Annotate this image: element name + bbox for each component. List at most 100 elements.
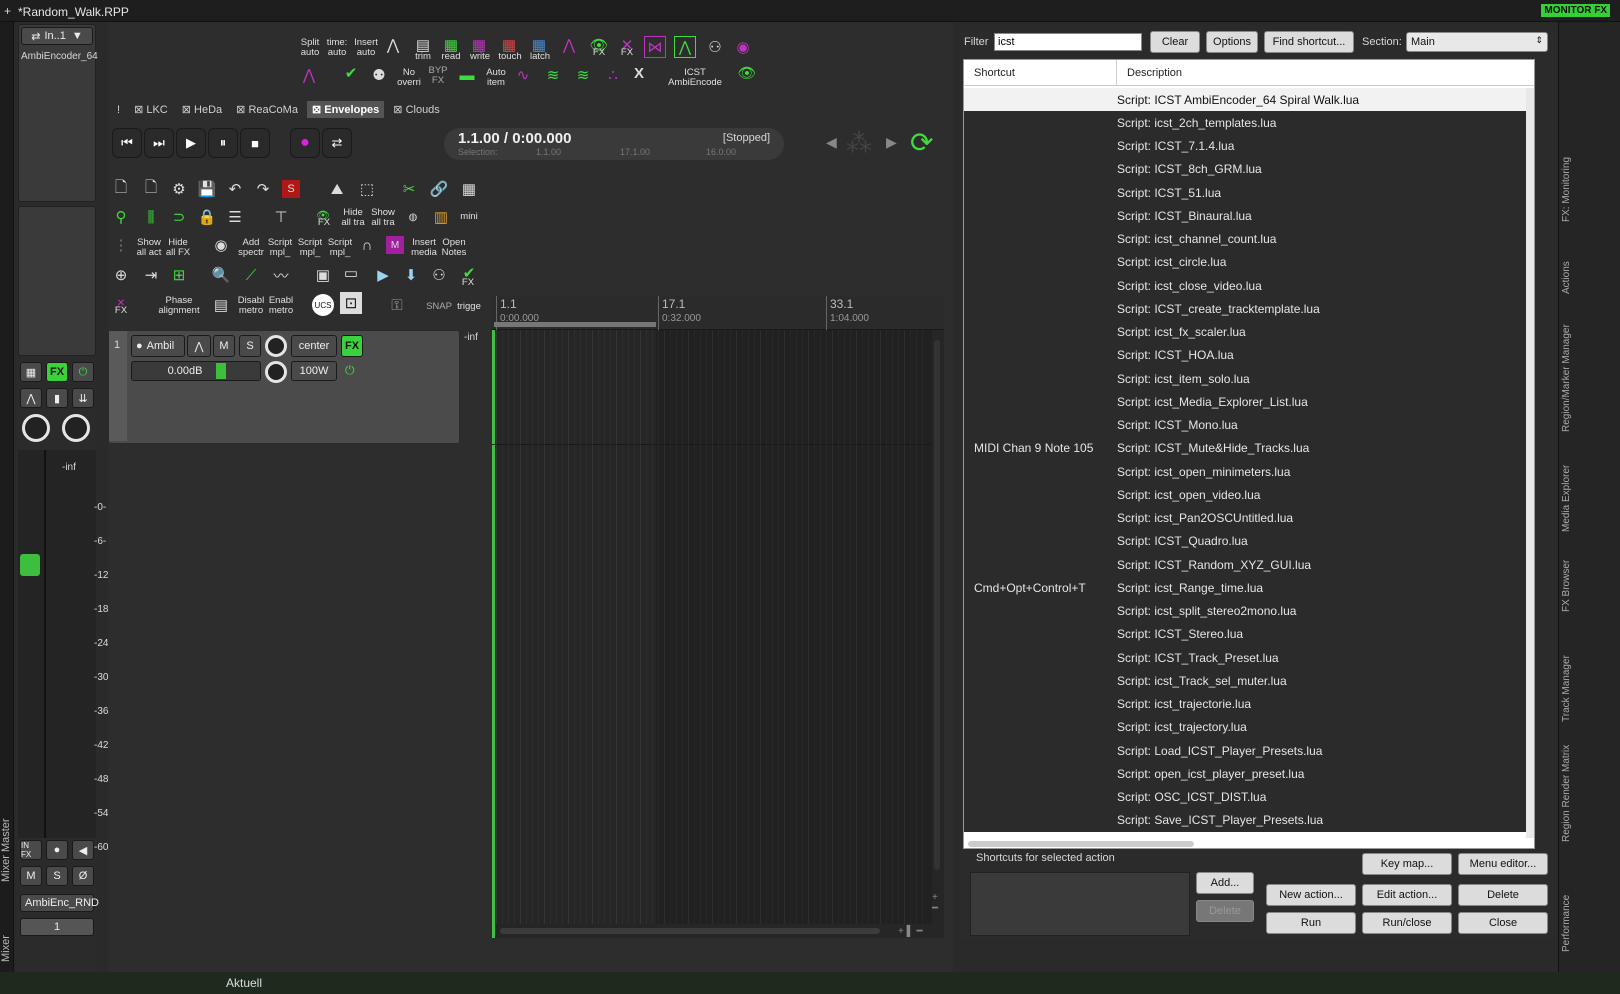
track-panel[interactable]: 1 ● Ambil ⋀ M S center FX 0.00dB 100W ⏻ bbox=[108, 330, 460, 444]
action-row[interactable]: Script: icst_channel_count.lua bbox=[964, 228, 1534, 251]
split-auto-label[interactable]: Split auto bbox=[298, 38, 322, 58]
envelope-box-icon[interactable]: ⋈ bbox=[644, 36, 666, 58]
tab-close-icon[interactable]: ⊠ bbox=[312, 104, 324, 116]
insert-auto-label[interactable]: Insert auto bbox=[352, 38, 380, 58]
action-row[interactable]: Script: ICST_create_tracktemplate.lua bbox=[964, 297, 1534, 320]
record-ring-icon[interactable]: ◉ bbox=[732, 36, 754, 58]
key-icon[interactable]: ⚿ bbox=[386, 294, 408, 316]
filter-input[interactable] bbox=[994, 33, 1142, 51]
action-row[interactable]: Script: icst_Pan2OSCUntitled.lua bbox=[964, 507, 1534, 530]
curve-icon[interactable]: ⋀ bbox=[558, 34, 580, 56]
action-row[interactable]: Script: icst_Media_Explorer_List.lua bbox=[964, 390, 1534, 413]
tab-clouds[interactable]: ⊠ Clouds bbox=[388, 101, 445, 118]
grid-icon[interactable]: ▦ bbox=[20, 362, 42, 382]
envelope-points-icon[interactable]: ⋀ bbox=[382, 34, 404, 56]
menu-editor-button[interactable]: Menu editor... bbox=[1458, 853, 1548, 875]
select-icon[interactable]: ⬚ bbox=[356, 178, 378, 200]
volume-handle[interactable] bbox=[216, 363, 226, 379]
master-fx-button[interactable]: FX bbox=[46, 362, 68, 382]
wave-icon[interactable]: ∿ bbox=[512, 64, 534, 86]
hide-all-tra-label[interactable]: Hide all tra bbox=[338, 208, 368, 228]
routing-tree-icon[interactable]: ⚇ bbox=[704, 36, 726, 58]
metro-icon[interactable]: ▤ bbox=[210, 294, 232, 316]
envelope-icon[interactable]: ⋀ bbox=[20, 388, 42, 408]
tab-heda[interactable]: ⊠ HeDa bbox=[177, 101, 227, 118]
cluster-icon[interactable]: ⁂ bbox=[846, 128, 872, 159]
curve2-icon[interactable]: ⋀ bbox=[298, 64, 320, 86]
auto-item-label[interactable]: Auto item bbox=[482, 68, 510, 88]
actions-list[interactable]: Shortcut Description Script: ICST AmbiEn… bbox=[963, 59, 1535, 849]
render-icon[interactable]: ⊡ bbox=[340, 292, 362, 314]
pan-knob[interactable] bbox=[62, 414, 90, 442]
vzoom-icon[interactable]: + ━ bbox=[932, 892, 938, 914]
dock-tab[interactable]: Performance bbox=[1561, 895, 1572, 952]
phase-alignment-label[interactable]: Phase alignment bbox=[158, 296, 200, 316]
in-fx-button[interactable]: IN FX bbox=[20, 840, 42, 860]
gear-icon[interactable]: ⚙ bbox=[168, 178, 190, 200]
save-icon[interactable]: 💾 bbox=[196, 178, 218, 200]
matrix-icon[interactable]: ⋮ bbox=[110, 234, 132, 256]
horizontal-scrollbar[interactable] bbox=[500, 928, 880, 934]
trigge-label[interactable]: trigge bbox=[454, 302, 484, 312]
play-icon[interactable]: ▶ bbox=[176, 128, 206, 158]
mixer-track-name[interactable]: AmbiEnc_RND bbox=[20, 894, 99, 912]
action-row[interactable]: Script: icst_item_solo.lua bbox=[964, 367, 1534, 390]
record-arm-icon[interactable]: ● bbox=[136, 340, 143, 352]
meter-icon[interactable]: ▮ bbox=[46, 388, 68, 408]
action-row[interactable]: Script: ICST_Quadro.lua bbox=[964, 530, 1534, 553]
delete-action-button[interactable]: Delete bbox=[1458, 884, 1548, 906]
action-row[interactable]: Script: ICST AmbiEncoder_64 Spiral Walk.… bbox=[964, 88, 1534, 112]
grid-icon[interactable]: ▦ bbox=[458, 178, 480, 200]
action-row[interactable]: Script: ICST_HOA.lua bbox=[964, 344, 1534, 367]
shortcut-list[interactable] bbox=[970, 872, 1190, 936]
snap-label[interactable]: SNAP bbox=[426, 302, 452, 312]
edit-action-button[interactable]: Edit action... bbox=[1362, 884, 1452, 906]
time-display[interactable]: 1.1.00 / 0:00.000 [Stopped] Selection: 1… bbox=[444, 128, 784, 160]
dock-tab[interactable]: Media Explorer bbox=[1561, 465, 1572, 532]
action-row[interactable]: Script: icst_circle.lua bbox=[964, 251, 1534, 274]
undo-icon[interactable]: ↶ bbox=[224, 178, 246, 200]
show-all-act-label[interactable]: Show all act bbox=[134, 238, 164, 258]
diagonal-icon[interactable]: ⟋ bbox=[240, 264, 262, 286]
action-row[interactable]: Script: ICST_Binaural.lua bbox=[964, 204, 1534, 227]
speaker-icon[interactable]: ◀ bbox=[72, 840, 94, 860]
new-file-icon[interactable]: 🗋 bbox=[110, 178, 132, 200]
open-notes-label[interactable]: Open Notes bbox=[440, 238, 468, 258]
loop-selection[interactable] bbox=[494, 322, 656, 327]
icst-ambiencode-label[interactable]: ICST AmbiEncode bbox=[666, 68, 724, 88]
track-name-field[interactable]: ● Ambil bbox=[131, 335, 185, 357]
phase-button[interactable]: Ø bbox=[72, 866, 94, 886]
tab-close-icon[interactable]: ⊠ bbox=[134, 104, 146, 116]
eye-icon[interactable]: 👁 bbox=[736, 62, 758, 84]
wave-line-icon[interactable]: 〰 bbox=[270, 264, 292, 286]
enabl-metro-label[interactable]: Enabl metro bbox=[266, 296, 296, 316]
power-icon[interactable]: ⏻ bbox=[72, 362, 94, 382]
action-row[interactable]: Script: open_icst_player_preset.lua bbox=[964, 762, 1534, 785]
script3-label[interactable]: Script mpl_ bbox=[326, 238, 354, 258]
repeat-icon[interactable]: ⇄ bbox=[322, 128, 352, 158]
action-row[interactable]: Script: Save_ICST_Player_Presets.lua bbox=[964, 809, 1534, 832]
action-row[interactable]: Script: ICST_7.1.4.lua bbox=[964, 135, 1534, 158]
link-icon[interactable]: 🔗 bbox=[428, 178, 450, 200]
time-auto-label[interactable]: time: auto bbox=[324, 38, 350, 58]
forward-icon[interactable]: ▶ bbox=[372, 264, 394, 286]
record-arm-icon[interactable]: ● bbox=[46, 840, 68, 860]
track-pan-value[interactable]: center bbox=[291, 335, 337, 357]
metronome-icon[interactable]: ⛰ bbox=[326, 178, 348, 200]
magnet-icon[interactable]: ⊃ bbox=[168, 206, 190, 228]
key-map-button[interactable]: Key map... bbox=[1362, 853, 1452, 875]
section-select[interactable]: Main ⇕ bbox=[1406, 32, 1548, 52]
refresh-icon[interactable]: ⟳ bbox=[910, 126, 933, 159]
new-file-plus-icon[interactable]: 🗋 bbox=[140, 178, 162, 200]
go-start-icon[interactable]: ⏮ bbox=[112, 128, 142, 158]
track-power-icon[interactable]: ⏻ bbox=[345, 363, 355, 378]
action-row[interactable]: Script: ICST_Track_Preset.lua bbox=[964, 646, 1534, 669]
script2-label[interactable]: Script mpl_ bbox=[296, 238, 324, 258]
list-vscroll[interactable] bbox=[1526, 88, 1534, 838]
lanes-icon[interactable]: ≋ bbox=[542, 64, 564, 86]
check-fx-icon[interactable]: ✔ bbox=[340, 62, 362, 84]
action-row[interactable]: MIDI Chan 9 Note 105 Script: ICST_Mute&Hi… bbox=[964, 437, 1534, 460]
m-badge[interactable]: M bbox=[386, 236, 404, 254]
list-hscroll-thumb[interactable] bbox=[968, 841, 1194, 847]
tab-close-icon[interactable]: ⊠ bbox=[393, 104, 405, 116]
